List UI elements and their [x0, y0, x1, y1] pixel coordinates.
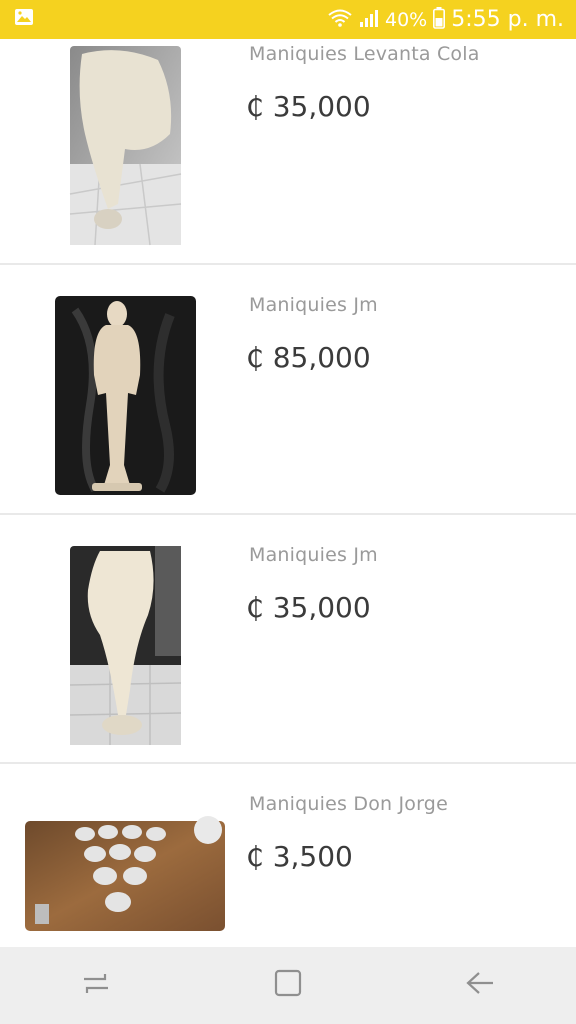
system-nav-bar [0, 947, 576, 1024]
product-price: ₵ 35,000 [246, 90, 371, 123]
list-item[interactable]: Maniquies Jm ₵ 35,000 [0, 515, 576, 765]
gallery-notification-icon [14, 8, 34, 31]
signal-icon [359, 8, 379, 32]
product-price: ₵ 3,500 [246, 840, 353, 873]
product-image[interactable] [0, 265, 240, 515]
product-title[interactable]: Maniquies Don Jorge [249, 793, 448, 815]
product-title[interactable]: Maniquies Levanta Cola [249, 43, 480, 65]
battery-percent: 40% [384, 8, 428, 31]
recent-apps-button[interactable] [66, 956, 126, 1016]
list-item[interactable]: Maniquies Jm ₵ 85,000 [0, 265, 576, 515]
product-price: ₵ 35,000 [246, 591, 371, 624]
product-image[interactable] [0, 39, 240, 264]
home-button[interactable] [258, 956, 318, 1016]
back-icon [465, 970, 495, 1001]
product-list[interactable]: Maniquies Levanta Cola ₵ 35,000 Maniquie… [0, 39, 576, 947]
wifi-icon [327, 8, 353, 32]
list-item[interactable]: Maniquies Levanta Cola ₵ 35,000 [0, 39, 576, 264]
product-title[interactable]: Maniquies Jm [249, 294, 378, 316]
back-button[interactable] [450, 956, 510, 1016]
recent-apps-icon [81, 970, 111, 1001]
product-price: ₵ 85,000 [246, 341, 371, 374]
status-bar: 40% 5:55 p. m. [0, 0, 576, 39]
clock: 5:55 p. m. [451, 7, 564, 32]
product-image[interactable] [0, 515, 240, 765]
product-title[interactable]: Maniquies Jm [249, 544, 378, 566]
list-item[interactable]: Maniquies Don Jorge ₵ 3,500 [0, 764, 576, 947]
home-icon [273, 968, 303, 1003]
battery-icon [433, 6, 446, 33]
product-image[interactable] [0, 764, 240, 947]
